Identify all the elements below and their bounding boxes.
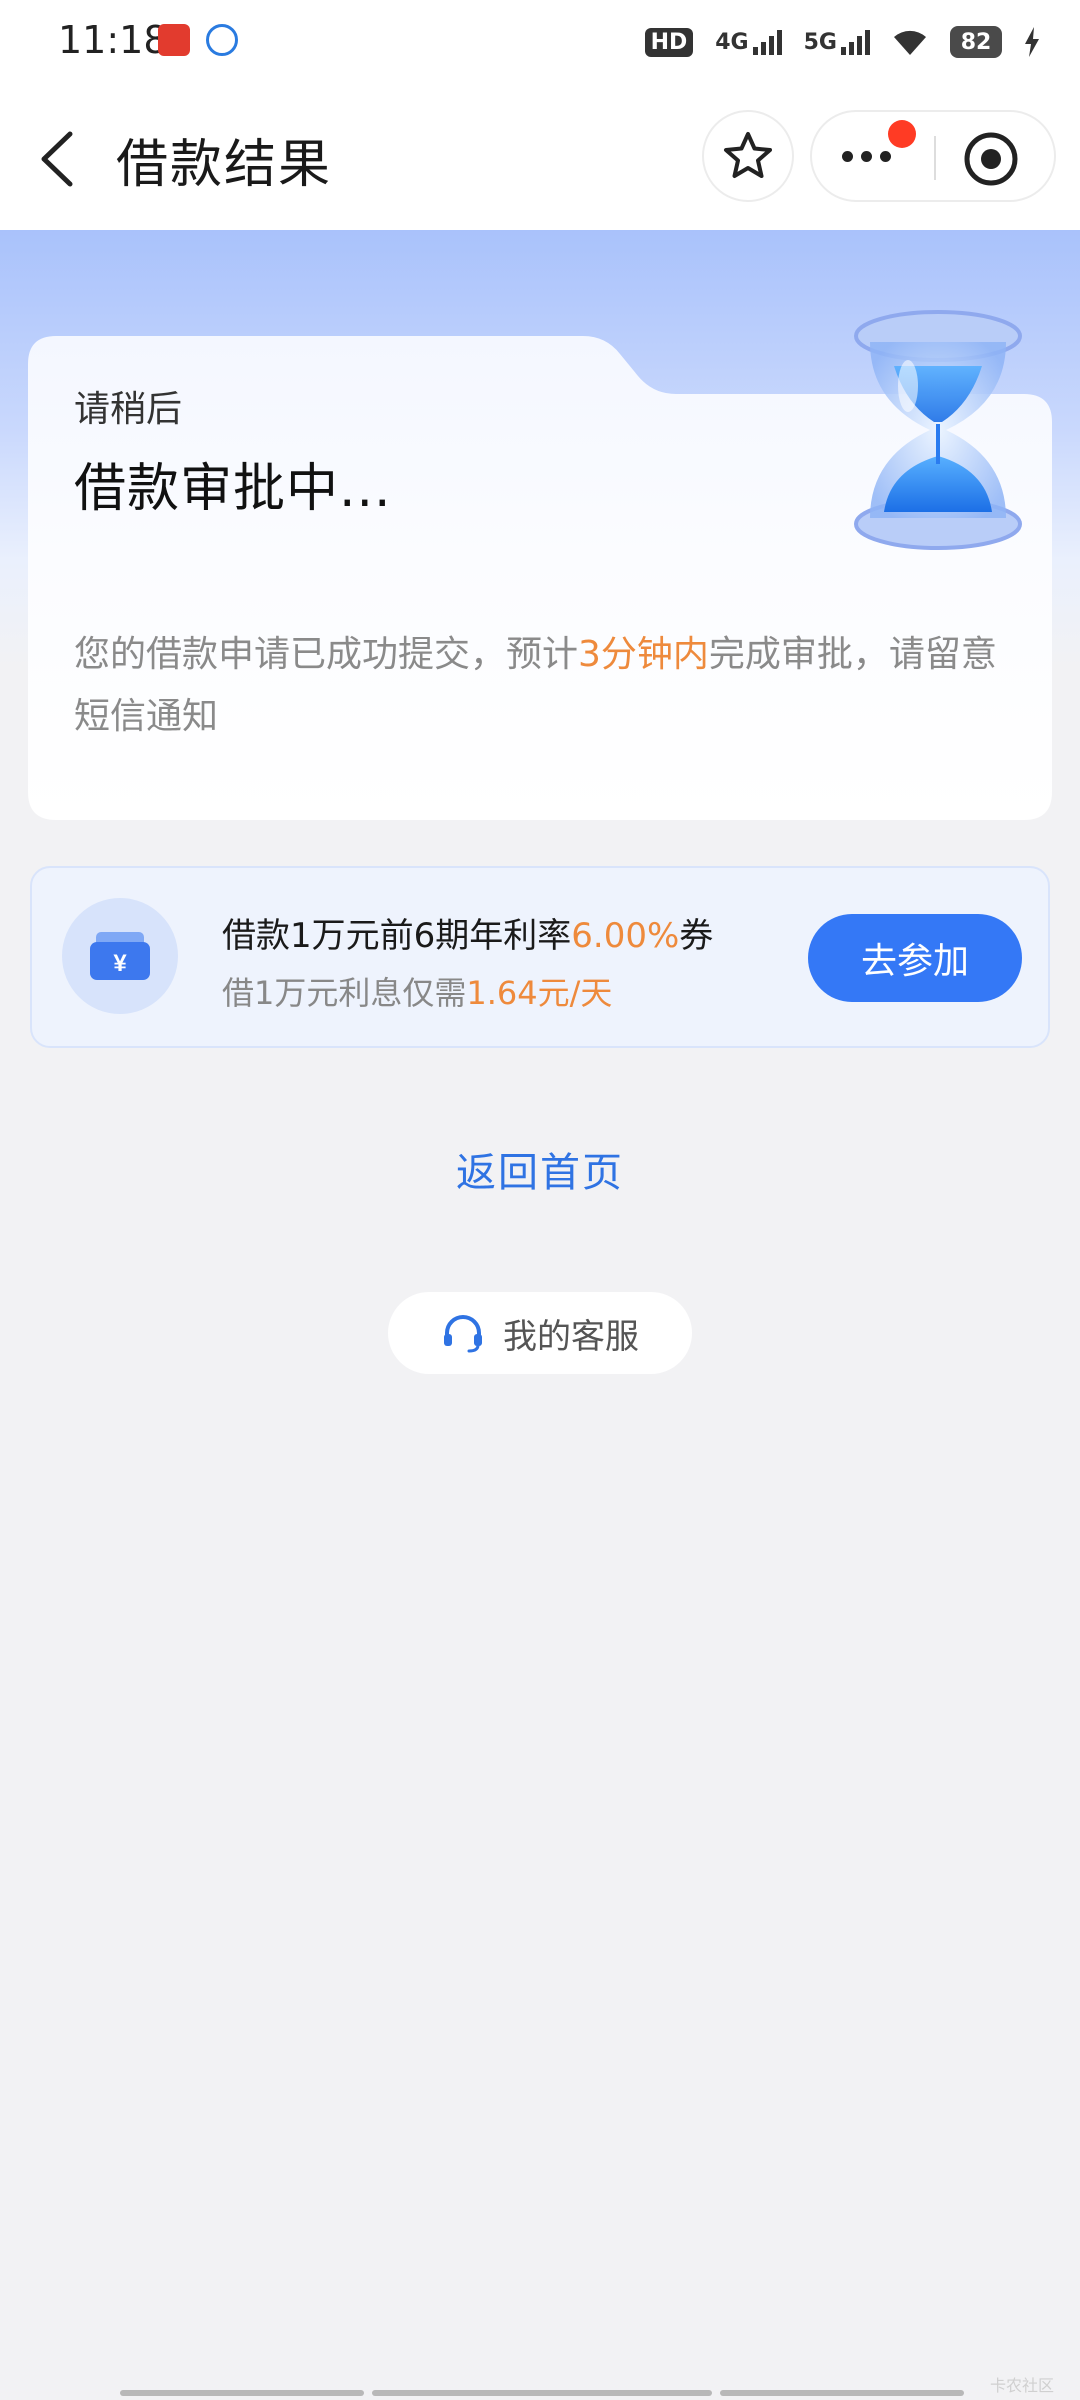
hd-icon: HD — [644, 27, 694, 57]
coupon-subtitle: 借1万元利息仅需1.64元/天 — [222, 968, 612, 1014]
coupon-title-suffix: 券 — [679, 916, 714, 956]
page-title: 借款结果 — [116, 135, 333, 195]
desc-prefix: 您的借款申请已成功提交，预计 — [74, 634, 579, 675]
gesture-bar — [120, 2390, 964, 2396]
customer-service-label: 我的客服 — [503, 1316, 639, 1357]
coupon-rate: 6.00% — [571, 916, 680, 956]
join-button[interactable]: 去参加 — [808, 914, 1022, 1002]
approval-status-card: 请稍后 借款审批中... 您的借款申请已成功提交，预计3分钟内完成审批，请留意短… — [28, 310, 1052, 820]
target-icon[interactable] — [962, 130, 1020, 188]
headset-icon — [444, 1315, 482, 1353]
coupon-yuan-icon: ¥ — [62, 898, 178, 1014]
signal-5g-icon: 5G — [804, 29, 870, 55]
status-bar: 11:18 HD 4G 5G 82 — [0, 0, 1080, 84]
capsule-divider — [934, 136, 936, 180]
desc-highlight: 3分钟内 — [578, 634, 709, 675]
nav-header: 借款结果 — [0, 84, 1080, 230]
gesture-segment — [720, 2390, 964, 2396]
customer-service-button[interactable]: 我的客服 — [388, 1292, 692, 1374]
coupon-card: ¥ 借款1万元前6期年利率6.00%券 借1万元利息仅需1.64元/天 去参加 — [30, 866, 1050, 1048]
wifi-icon — [894, 30, 926, 55]
charging-icon — [1025, 27, 1039, 57]
wait-label: 请稍后 — [74, 389, 183, 430]
approval-description: 您的借款申请已成功提交，预计3分钟内完成审批，请留意短信通知 — [74, 624, 1024, 748]
gesture-segment — [372, 2390, 712, 2396]
battery-icon: 82 — [950, 26, 1002, 58]
star-icon — [724, 132, 772, 178]
mini-program-capsule — [810, 110, 1056, 202]
gesture-segment — [120, 2390, 364, 2396]
signal-5g-label: 5G — [803, 30, 837, 55]
app-notification-icon-2 — [206, 24, 238, 56]
coupon-sub-prefix: 借1万元利息仅需 — [222, 974, 467, 1012]
coupon-title: 借款1万元前6期年利率6.00%券 — [222, 908, 713, 957]
favorite-button[interactable] — [702, 110, 794, 202]
back-home-link[interactable]: 返回首页 — [440, 1140, 640, 1200]
notification-dot — [888, 120, 916, 148]
app-notification-icon — [158, 24, 190, 56]
approval-status-title: 借款审批中... — [74, 459, 392, 519]
coupon-title-prefix: 借款1万元前6期年利率 — [222, 916, 572, 956]
coupon-daily-interest: 1.64元/天 — [466, 974, 613, 1012]
chevron-left-icon[interactable] — [30, 124, 90, 194]
status-indicators: HD 4G 5G 82 — [644, 22, 1040, 62]
signal-4g-label: 4G — [715, 30, 749, 55]
status-time: 11:18 — [58, 18, 168, 62]
hourglass-icon — [854, 310, 1022, 550]
watermark: 卡农社区 — [990, 2376, 1055, 2395]
signal-4g-icon: 4G — [715, 29, 782, 55]
svg-text:¥: ¥ — [113, 950, 127, 977]
